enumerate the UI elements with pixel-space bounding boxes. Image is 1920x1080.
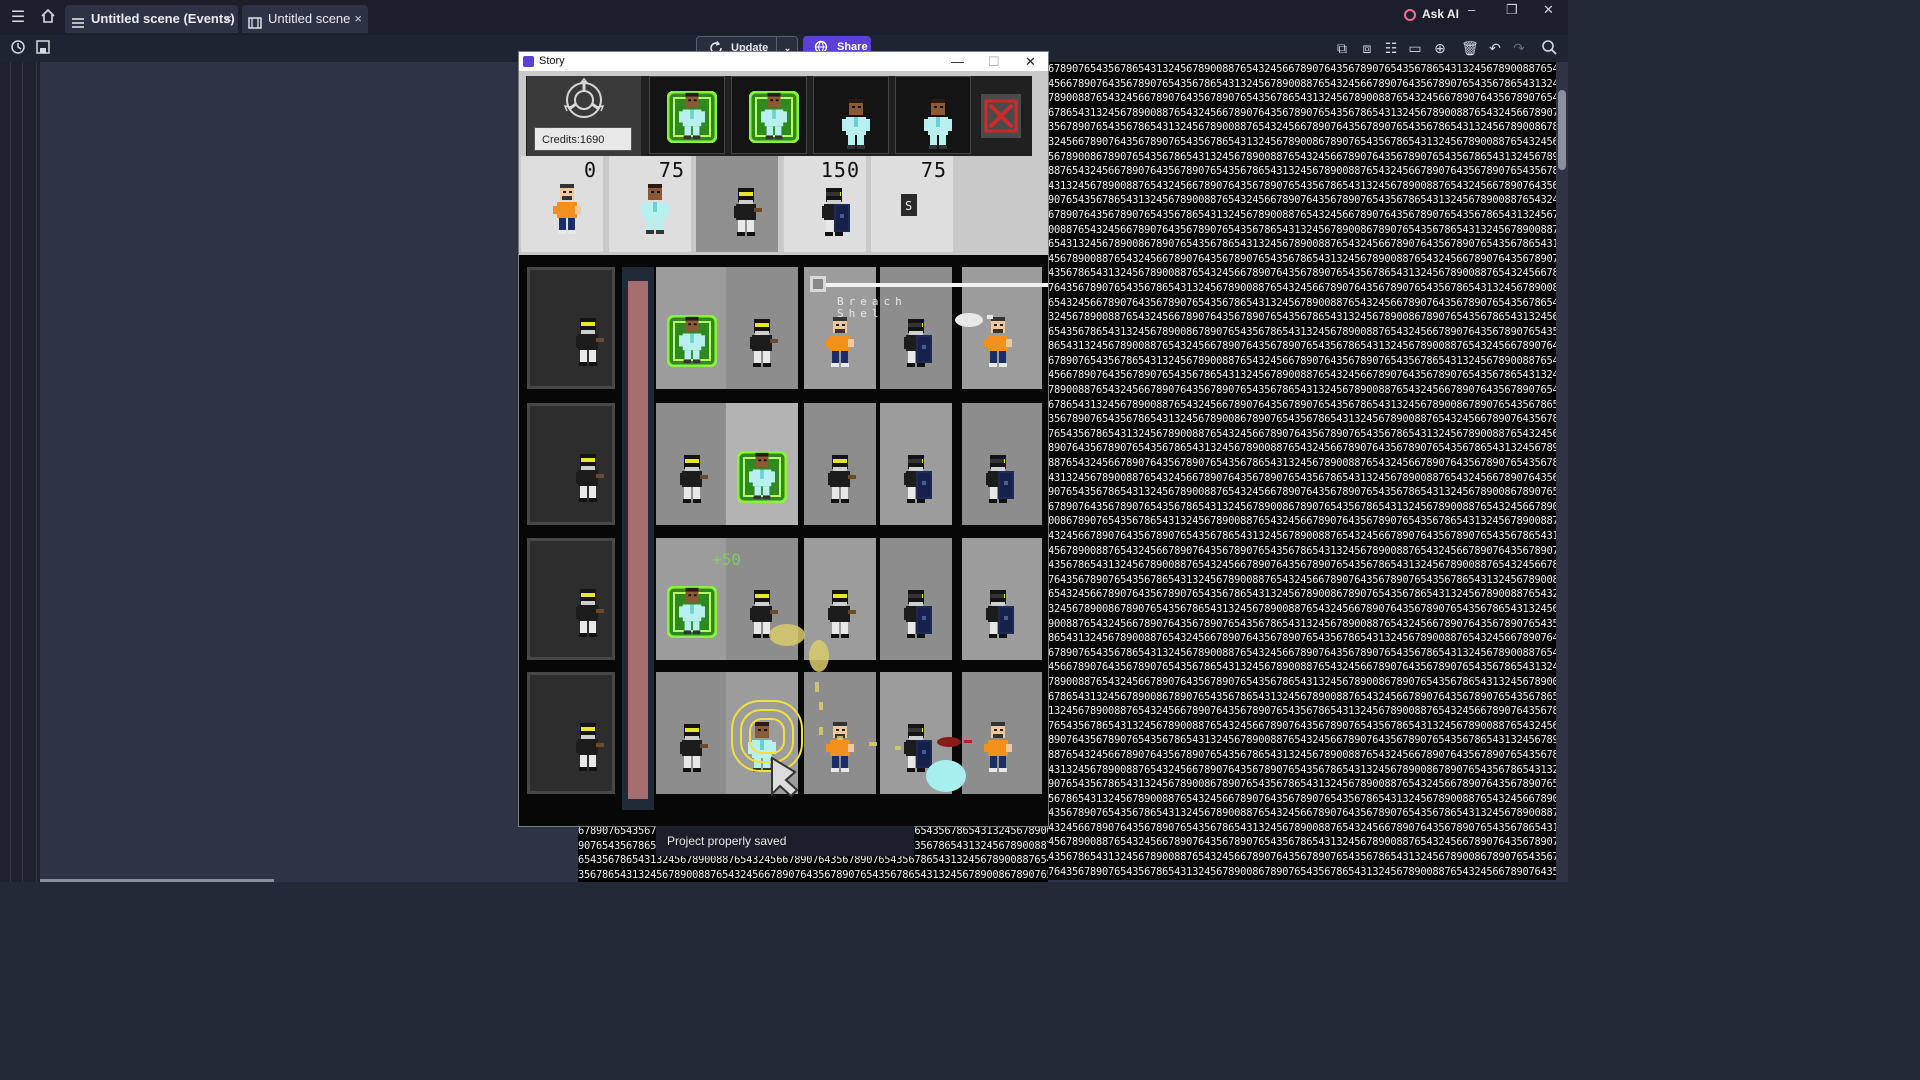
undo-icon[interactable]: ↶ xyxy=(1486,39,1504,57)
effects-layer xyxy=(731,313,993,798)
number-row: 8876543245667890764356789076543567865431… xyxy=(1048,165,1556,178)
number-row: 6786543132456789008678907654356786543132… xyxy=(1048,690,1556,703)
title-bar: ☰ Untitled scene (Events) × Untitled sce… xyxy=(0,0,1568,35)
number-row: 6789076435678907654356786543132456789008… xyxy=(1048,500,1556,513)
number-row: 6789076435678907654356786543132456789008… xyxy=(1048,208,1556,221)
ask-ai-button[interactable]: Ask AI xyxy=(1404,7,1459,21)
close-window-button[interactable]: ✕ xyxy=(1543,2,1554,18)
hamburger-menu-icon[interactable]: ☰ xyxy=(8,8,28,28)
properties-icon[interactable]: ☷ xyxy=(1382,39,1400,57)
number-row: 0088765432456678907643567890765435678654… xyxy=(1048,223,1556,236)
tab-scene[interactable]: Untitled scene × xyxy=(242,5,368,33)
close-tab-icon[interactable]: × xyxy=(354,5,362,33)
number-row: 6543245667890764356789076543567865431324… xyxy=(1048,296,1556,309)
home-icon[interactable] xyxy=(38,8,58,28)
tab-scene-events[interactable]: Untitled scene (Events) × xyxy=(65,5,238,33)
white-splash xyxy=(955,313,993,327)
story-preview-window: Story — ☐ ✕ Credits:1690 0 75 150 75 S B… xyxy=(518,51,1049,827)
save-icon[interactable] xyxy=(34,39,52,57)
ai-icon xyxy=(1404,9,1416,21)
maximize-window-button[interactable]: ❐ xyxy=(1506,2,1518,18)
number-row: 4313245678900887654324566789076435678907… xyxy=(1048,763,1556,776)
number-row: 8654313245678900887654324566789076435678… xyxy=(1048,340,1556,353)
history-icon[interactable] xyxy=(9,39,27,57)
number-row: 3245678900867890765435678654313245678900… xyxy=(1048,602,1556,615)
number-row: 9076543567865431324567890088765432456678… xyxy=(1048,486,1556,499)
comment-icon[interactable]: ▭ xyxy=(1406,39,1424,57)
tab-label: Untitled scene xyxy=(268,11,351,26)
number-row: 4356786543132456789008876543245667890764… xyxy=(1048,851,1556,864)
tab-label: Untitled scene (Events) xyxy=(91,11,235,26)
number-row: 7654356786543132456789008876543245667890… xyxy=(1048,719,1556,732)
objects-panel-icon[interactable]: ⧉ xyxy=(1333,39,1351,57)
number-row: 5678654313245678900887654324566789076435… xyxy=(1048,792,1556,805)
number-row: 4313245678900887654324566789076435678907… xyxy=(1048,179,1556,192)
number-row: 7890088765432456678907643567890765435678… xyxy=(1048,384,1556,397)
number-row: 6786543132456789008876543245667890764356… xyxy=(1048,106,1556,119)
number-row: 8876543245667890764356789076543567865431… xyxy=(1048,748,1556,761)
number-row: 8654313245678900887654324566789076435678… xyxy=(1048,632,1556,645)
number-row: 4356786543132456789008876543245667890764… xyxy=(1048,559,1556,572)
teal-splash xyxy=(926,760,966,792)
number-row: 7890088765432456678907643567890765435678… xyxy=(1048,675,1556,688)
number-row: 9076543567865431324567890086789076543567… xyxy=(1048,778,1556,791)
number-row: 7643567890765435678654313245678900887654… xyxy=(1048,281,1556,294)
blood-splash xyxy=(937,737,972,747)
number-row: 7654356786543132456789008876543245667890… xyxy=(1048,427,1556,440)
number-row: 7890088765432456678907643567890765435678… xyxy=(1048,92,1556,105)
number-row: 9076543567865431324567890088765432456678… xyxy=(1048,194,1556,207)
number-row: 4566789076435678907654356786543132456789… xyxy=(1048,661,1556,674)
scene-icon xyxy=(248,12,262,29)
save-toast: Project properly saved xyxy=(656,826,914,856)
left-ruler xyxy=(0,62,40,882)
yellow-splash xyxy=(769,624,901,750)
number-row: 3567890765435678654313245678900867890765… xyxy=(1048,413,1556,426)
number-row: 4324566789076435678907654356786543132456… xyxy=(1048,530,1556,542)
number-row: 6543567865431324567890086789076543567865… xyxy=(1048,325,1556,338)
number-row: 8876543245667890764356789076543567865431… xyxy=(1048,457,1556,470)
number-row: 4313245678900887654324566789076435678907… xyxy=(1048,471,1556,484)
ask-ai-label: Ask AI xyxy=(1422,7,1459,21)
events-icon xyxy=(71,12,85,28)
close-tab-icon[interactable]: × xyxy=(224,5,232,33)
number-row: 4324566789076435678907654356786543132456… xyxy=(1048,821,1556,834)
object-groups-icon[interactable]: ⧈ xyxy=(1358,39,1376,57)
number-row: 9008876543245667890764356789076543567865… xyxy=(1048,617,1556,630)
number-row: 6789076543567865431324567890088765432456… xyxy=(1048,646,1556,659)
target-rings xyxy=(731,700,803,772)
number-row: 7643567890765435678654313245678900867890… xyxy=(1048,865,1556,878)
number-row: 3245667890764356789076543567865431324567… xyxy=(1048,135,1556,148)
number-row: 4567890088765432456678907643567890765435… xyxy=(1048,544,1556,557)
number-row: 8907643567890765435678654313245678900887… xyxy=(1048,442,1556,455)
search-icon[interactable] xyxy=(1540,39,1558,57)
vertical-scrollbar[interactable] xyxy=(1558,90,1566,170)
horizontal-scrollbar[interactable] xyxy=(40,879,274,882)
number-row: 6789076543567865431324567890088765432456… xyxy=(1048,63,1556,75)
number-row: 4567890088765432456678907643567890765435… xyxy=(1048,252,1556,265)
delete-icon[interactable]: 🗑 xyxy=(1461,39,1479,57)
number-row: 3245678900887654324566789076435678907654… xyxy=(1048,311,1556,324)
number-row: 4566789076435678907654356786543132456789… xyxy=(1048,369,1556,382)
number-row: 7643567890765435678654313245678900887654… xyxy=(1048,573,1556,586)
number-row: 4356789076543567865431324567890088765432… xyxy=(1048,807,1556,820)
number-row: 6789076543567865431324567890088765432456… xyxy=(1048,354,1556,367)
number-row: 6543132456789008678907654356786543132456… xyxy=(1048,238,1556,251)
debug-number-overlay: 6789076543567865431324567890088765432456… xyxy=(1048,62,1556,880)
number-row: 0086789076543567865431324567890088765432… xyxy=(1048,515,1556,528)
number-row: 3567890765435678654313245678900887654324… xyxy=(1048,121,1556,134)
number-row: 6786543132456789008876543245667890764356… xyxy=(1048,398,1556,411)
number-row: 3567865431324567890088765432456678907643… xyxy=(578,868,1048,881)
number-row: 8907643567890765435678654313245678900887… xyxy=(1048,734,1556,747)
number-row: 4566789076435678907654356786543132456789… xyxy=(1048,77,1556,90)
number-row: 1324567890088765432456678907643567890765… xyxy=(1048,705,1556,718)
number-row: 4567890088765432456678907643567890765435… xyxy=(1048,836,1556,849)
redo-icon[interactable]: ↷ xyxy=(1510,39,1528,57)
number-row: 4356786543132456789008876543245667890764… xyxy=(1048,267,1556,280)
minimize-window-button[interactable]: – xyxy=(1468,2,1475,17)
number-row: 5678900867890765435678654313245678900887… xyxy=(1048,150,1556,163)
number-row: 6543245667890764356789076543567865431324… xyxy=(1048,588,1556,601)
add-icon[interactable]: ⊕ xyxy=(1431,39,1449,57)
